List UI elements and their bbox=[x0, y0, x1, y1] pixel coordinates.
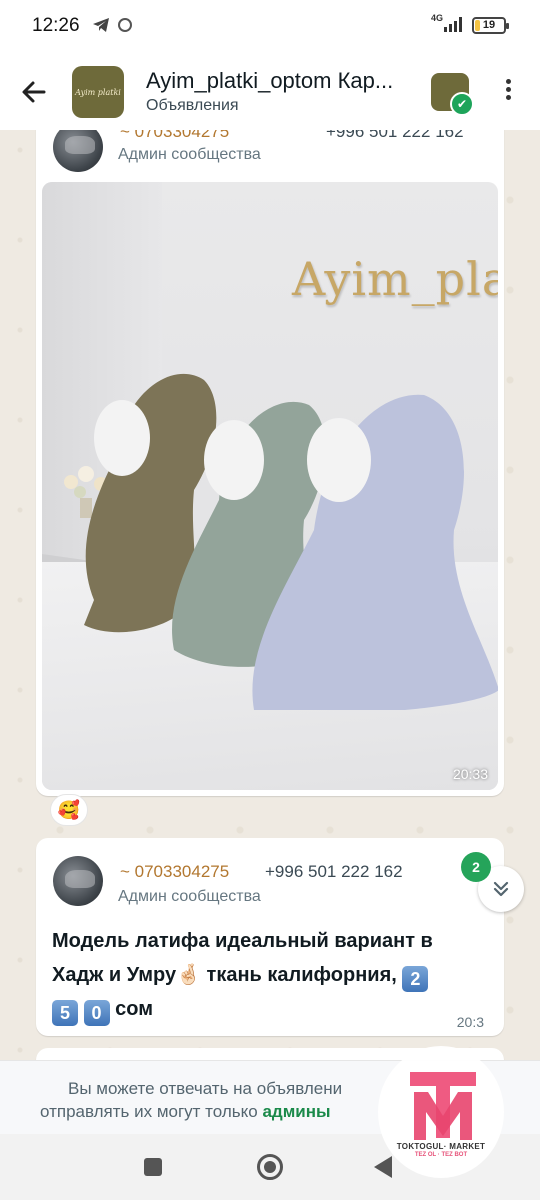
avatar-logo-text: Ayim platki bbox=[75, 87, 121, 97]
battery-fill bbox=[475, 20, 480, 31]
chat-header: Ayim platki Ayim_platki_optom Кар... Объ… bbox=[0, 52, 540, 130]
sender-phone-secondary: +996 501 222 162 bbox=[326, 130, 464, 141]
crossed-fingers-emoji: 🤞🏻 bbox=[176, 964, 201, 986]
photo-timestamp: 20:33 bbox=[452, 766, 488, 782]
notice-text-prefix: отправлять их могут только bbox=[40, 1102, 263, 1121]
more-options-icon[interactable] bbox=[496, 76, 520, 108]
network-type-label: 4G bbox=[431, 13, 444, 23]
watermark-title: TOKTOGUL· MARKET bbox=[396, 1142, 486, 1151]
admins-link[interactable]: админы bbox=[262, 1102, 330, 1121]
watermark-logo-icon bbox=[410, 1072, 476, 1140]
message-photo[interactable]: Ayim_plat 20:33 bbox=[42, 182, 498, 790]
message-text: Модель латифа идеальный вариант в Хадж и… bbox=[52, 924, 462, 1026]
battery-level: 19 bbox=[482, 19, 496, 31]
message-bubble[interactable]: ~ 0703304275 +996 501 222 162 Админ сооб… bbox=[36, 130, 504, 796]
message-reaction[interactable]: 🥰 bbox=[50, 794, 88, 826]
message-bubble[interactable]: ~ 0703304275 +996 501 222 162 Админ сооб… bbox=[36, 838, 504, 1036]
status-bar: 12:26 4G 19 bbox=[0, 0, 540, 52]
community-avatar[interactable]: Ayim platki bbox=[72, 66, 124, 118]
unread-count-badge: 2 bbox=[461, 852, 491, 882]
sender-avatar[interactable] bbox=[53, 856, 103, 906]
signal-strength-icon bbox=[444, 17, 462, 32]
chat-subtitle: Объявления bbox=[146, 97, 239, 114]
photo-brand-sign: Ayim_plat bbox=[292, 252, 498, 306]
sender-phone[interactable]: ~ 0703304275 bbox=[120, 130, 229, 142]
sender-phone[interactable]: ~ 0703304275 bbox=[120, 862, 229, 882]
sender-avatar[interactable] bbox=[53, 130, 103, 172]
keycap-digit-emoji: 5 bbox=[52, 1000, 78, 1026]
status-time: 12:26 bbox=[32, 15, 80, 36]
hijab-mannequins-graphic bbox=[84, 373, 498, 710]
message-text-part3: сом bbox=[109, 998, 153, 1020]
back-arrow-icon[interactable] bbox=[16, 74, 52, 110]
battery-icon: 19 bbox=[472, 17, 509, 34]
watermark-tagline: TEZ OL · TEZ BOT bbox=[414, 1152, 468, 1158]
notice-text-line2: отправлять их могут только админы bbox=[40, 1102, 331, 1122]
sender-phone-secondary: +996 501 222 162 bbox=[265, 862, 403, 881]
sender-role: Админ сообщества bbox=[118, 888, 261, 905]
message-timestamp: 20:3 bbox=[456, 1014, 484, 1030]
system-back-icon[interactable] bbox=[374, 1156, 392, 1178]
chat-title[interactable]: Ayim_platki_optom Кар... bbox=[146, 68, 414, 94]
notice-text-line1: Вы можете отвечать на объявлени bbox=[68, 1079, 343, 1098]
recent-apps-icon[interactable] bbox=[144, 1158, 162, 1176]
telegram-icon bbox=[93, 18, 109, 32]
keycap-digit-emoji: 2 bbox=[402, 966, 429, 992]
home-icon[interactable] bbox=[257, 1154, 283, 1180]
double-chevron-down-icon bbox=[493, 881, 509, 897]
verified-check-icon: ✔ bbox=[450, 92, 474, 116]
settings-gear-icon bbox=[118, 18, 132, 32]
toktogul-market-watermark: TOKTOGUL· MARKET TEZ OL · TEZ BOT bbox=[378, 1046, 504, 1178]
chat-messages-area[interactable]: ~ 0703304275 +996 501 222 162 Админ сооб… bbox=[0, 130, 540, 1060]
message-text-part2: ткань калифорния, bbox=[200, 964, 403, 986]
sender-role: Админ сообщества bbox=[118, 146, 261, 163]
keycap-digit-emoji: 0 bbox=[83, 1000, 110, 1026]
